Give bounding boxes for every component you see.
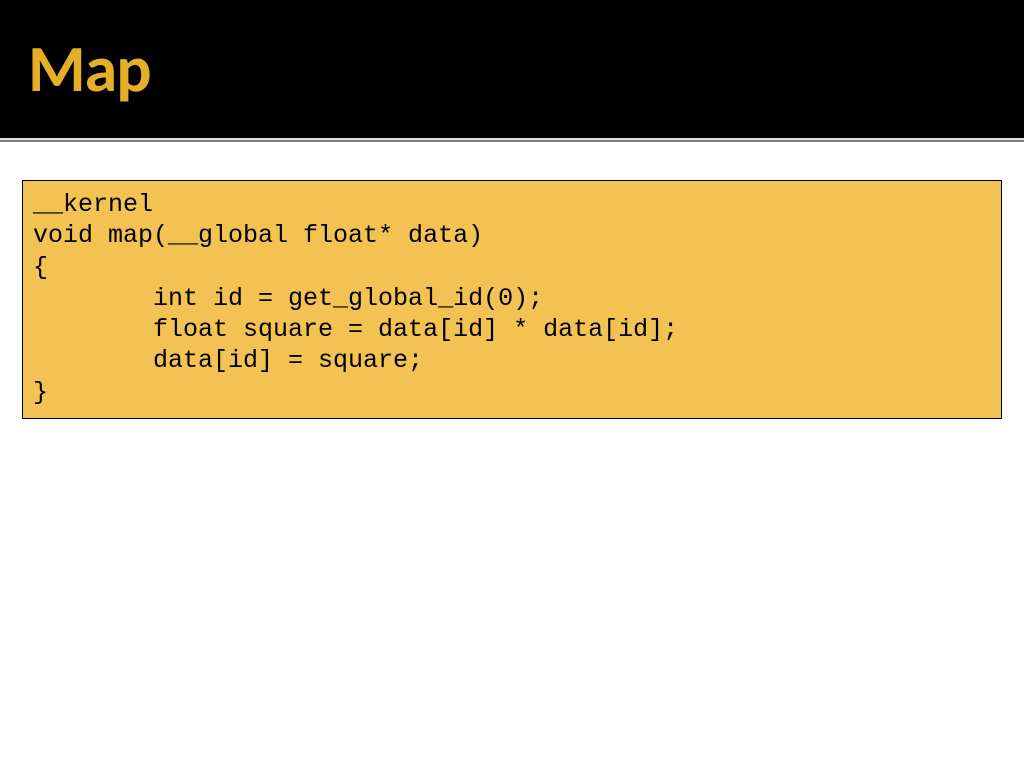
slide-title: Map: [28, 28, 151, 109]
slide-header: Map: [0, 0, 1024, 140]
code-block: __kernel void map(__global float* data) …: [22, 180, 1002, 419]
slide-content: __kernel void map(__global float* data) …: [0, 160, 1024, 439]
header-divider: [0, 140, 1024, 160]
